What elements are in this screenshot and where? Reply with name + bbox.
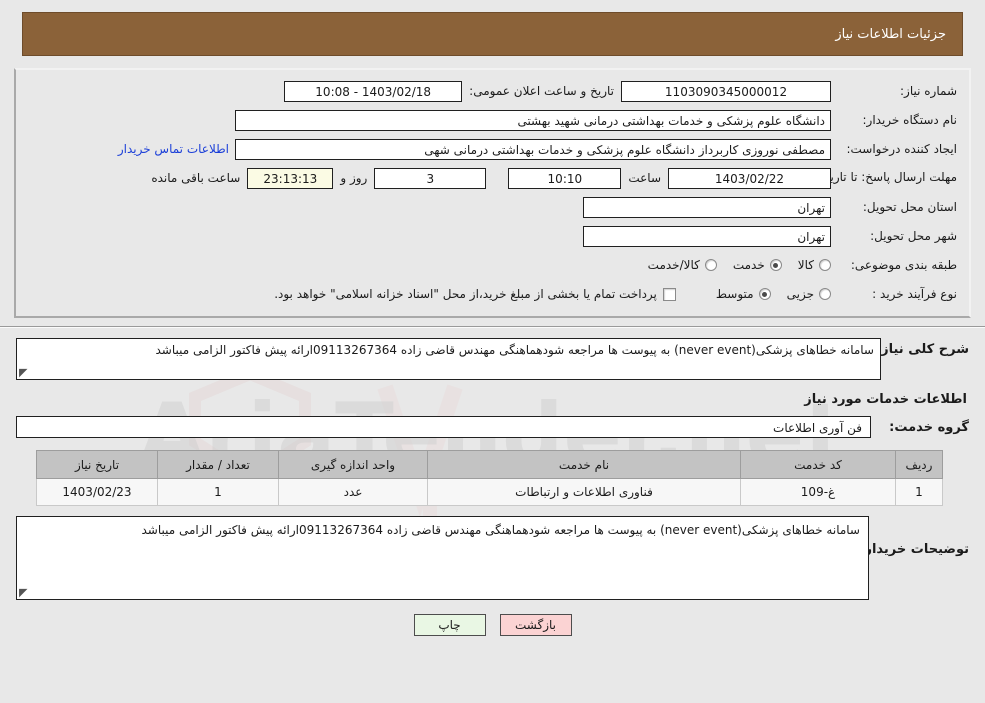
- category-option-label: خدمت: [732, 258, 765, 272]
- cell-index: 1: [895, 478, 943, 506]
- buyer-org-row: نام دستگاه خریدار: دانشگاه علوم پزشکی و …: [28, 107, 957, 133]
- services-section-title: اطلاعات خدمات مورد نیاز: [804, 392, 967, 407]
- services-table-wrapper: ردیف کد خدمت نام خدمت واحد اندازه گیری ت…: [36, 450, 943, 506]
- process-type-label: نوع فرآیند خرید :: [872, 287, 957, 301]
- need-number-row: شماره نیاز: 1103090345000012 تاریخ و ساع…: [28, 78, 957, 104]
- category-row: طبقه بندی موضوعی: کالا خدمت کالا/خدمت: [28, 252, 957, 278]
- process-option-label: جزیی: [786, 287, 814, 301]
- print-button[interactable]: چاپ: [413, 614, 486, 636]
- radio-icon[interactable]: [819, 288, 831, 300]
- need-info-panel: شماره نیاز: 1103090345000012 تاریخ و ساع…: [14, 68, 971, 318]
- general-description-textarea[interactable]: سامانه خطاهای پزشکی(never event) به پیوس…: [16, 338, 881, 380]
- column-header-index: ردیف: [895, 450, 943, 479]
- treasury-checkbox[interactable]: [662, 287, 676, 301]
- treasury-checkbox-label: پرداخت تمام یا بخشی از مبلغ خرید،از محل …: [274, 287, 657, 301]
- column-header-name: نام خدمت: [427, 450, 741, 479]
- process-option-motevaset[interactable]: متوسط: [716, 287, 771, 301]
- creator-label: ایجاد کننده درخواست:: [846, 142, 957, 156]
- general-description-row: شرح کلی نیاز: سامانه خطاهای پزشکی(never …: [16, 338, 969, 380]
- need-number-field[interactable]: 1103090345000012: [621, 80, 831, 102]
- remaining-countdown-field[interactable]: 23:13:13: [247, 167, 334, 189]
- service-group-field[interactable]: فن آوری اطلاعات: [16, 416, 871, 438]
- resize-grip-icon[interactable]: ◥: [19, 366, 29, 379]
- buyer-contact-link[interactable]: اطلاعات تماس خریدار: [118, 142, 235, 156]
- creator-row: ایجاد کننده درخواست: مصطفی نوروزی کاربرد…: [28, 136, 957, 162]
- delivery-province-field[interactable]: تهران: [583, 196, 831, 218]
- service-group-row: گروه خدمت: فن آوری اطلاعات: [16, 416, 969, 438]
- column-header-unit: واحد اندازه گیری: [278, 450, 428, 479]
- footer-buttons: بازگشت چاپ: [0, 614, 985, 636]
- delivery-city-field[interactable]: تهران: [583, 225, 831, 247]
- delivery-province-row: استان محل تحویل: تهران: [28, 194, 957, 220]
- buyer-remarks-label: توضیحات خریدار:: [859, 542, 969, 557]
- category-option-label: کالا/خدمت: [647, 258, 700, 272]
- announce-datetime-field[interactable]: 1403/02/18 - 10:08: [284, 80, 463, 102]
- resize-grip-icon[interactable]: ◥: [19, 586, 29, 599]
- deadline-time-field[interactable]: 10:10: [508, 167, 622, 189]
- buyer-remarks-textarea[interactable]: سامانه خطاهای پزشکی(never event) به پیوس…: [16, 516, 869, 600]
- cell-quantity: 1: [157, 478, 279, 506]
- general-description-text: سامانه خطاهای پزشکی(never event) به پیوس…: [155, 343, 874, 357]
- page-title: جزئیات اطلاعات نیاز: [835, 26, 946, 42]
- cell-name: فناوری اطلاعات و ارتباطات: [427, 478, 741, 506]
- column-header-need-date: تاریخ نیاز: [36, 450, 158, 479]
- cell-need-date: 1403/02/23: [36, 478, 158, 506]
- delivery-city-label: شهر محل تحویل:: [870, 229, 957, 243]
- category-option-kala-khedmat[interactable]: کالا/خدمت: [648, 258, 717, 272]
- buyer-remarks-text: سامانه خطاهای پزشکی(never event) به پیوس…: [141, 523, 860, 537]
- section-divider: [0, 326, 985, 328]
- category-option-label: کالا: [797, 258, 814, 272]
- announce-label: تاریخ و ساعت اعلان عمومی:: [469, 84, 614, 98]
- general-description-label: شرح کلی نیاز:: [875, 342, 969, 357]
- creator-field[interactable]: مصطفی نوروزی کاربرداز دانشگاه علوم پزشکی…: [235, 138, 831, 160]
- deadline-time-label: ساعت: [628, 171, 661, 185]
- category-option-kala[interactable]: کالا: [798, 258, 831, 272]
- deadline-label: مهلت ارسال پاسخ: تا تاریخ:: [818, 170, 957, 185]
- category-label: طبقه بندی موضوعی:: [850, 258, 957, 272]
- radio-icon[interactable]: [704, 259, 717, 271]
- delivery-province-label: استان محل تحویل:: [862, 200, 957, 214]
- column-header-code: کد خدمت: [740, 450, 896, 479]
- column-header-quantity: تعداد / مقدار: [157, 450, 279, 479]
- cell-code: غ-109: [740, 478, 896, 506]
- radio-selected-icon[interactable]: [758, 288, 771, 300]
- services-table: ردیف کد خدمت نام خدمت واحد اندازه گیری ت…: [36, 450, 943, 506]
- remaining-countdown-label: ساعت باقی مانده: [151, 171, 241, 185]
- process-type-row: نوع فرآیند خرید : جزیی متوسط پرداخت تمام…: [28, 281, 957, 307]
- remaining-days-label: روز و: [340, 171, 368, 185]
- deadline-date-field[interactable]: 1403/02/22: [668, 167, 831, 189]
- process-option-jozii[interactable]: جزیی: [787, 287, 831, 301]
- service-group-label: گروه خدمت:: [889, 419, 969, 435]
- cell-unit: عدد: [278, 478, 428, 506]
- table-header-row: ردیف کد خدمت نام خدمت واحد اندازه گیری ت…: [36, 450, 943, 479]
- buyer-remarks-row: توضیحات خریدار: سامانه خطاهای پزشکی(neve…: [16, 516, 969, 600]
- back-button[interactable]: بازگشت: [499, 614, 572, 636]
- need-number-label: شماره نیاز:: [900, 84, 957, 98]
- radio-selected-icon[interactable]: [769, 259, 782, 271]
- table-row[interactable]: 1 غ-109 فناوری اطلاعات و ارتباطات عدد 1 …: [36, 478, 943, 506]
- radio-icon[interactable]: [819, 259, 831, 271]
- delivery-city-row: شهر محل تحویل: تهران: [28, 223, 957, 249]
- process-option-label: متوسط: [715, 287, 754, 301]
- category-option-khedmat[interactable]: خدمت: [733, 258, 782, 272]
- buyer-org-field[interactable]: دانشگاه علوم پزشکی و خدمات بهداشتی درمان…: [235, 109, 831, 131]
- remaining-days-field[interactable]: 3: [374, 167, 487, 189]
- deadline-row: مهلت ارسال پاسخ: تا تاریخ: 1403/02/22 سا…: [28, 165, 957, 191]
- buyer-org-label: نام دستگاه خریدار:: [862, 113, 958, 127]
- page-title-bar: جزئیات اطلاعات نیاز: [22, 12, 963, 56]
